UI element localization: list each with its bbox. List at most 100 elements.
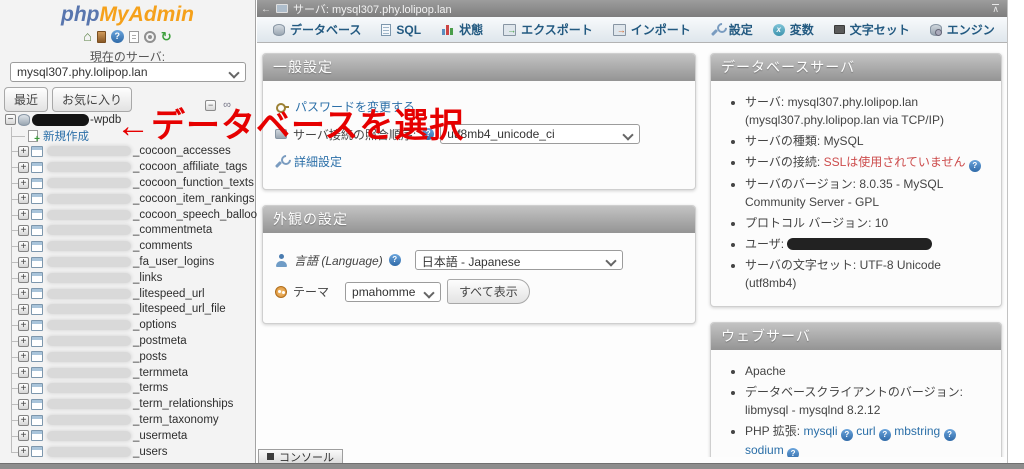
expand-icon[interactable] xyxy=(18,430,29,442)
expand-icon[interactable] xyxy=(18,335,29,347)
expand-icon[interactable] xyxy=(18,414,29,426)
expand-icon[interactable] xyxy=(18,177,29,189)
tab-charsets[interactable]: 文字セット xyxy=(824,17,920,42)
refresh-icon[interactable] xyxy=(161,30,172,43)
expand-icon[interactable] xyxy=(18,272,29,284)
php-extension-link[interactable]: mysqli xyxy=(803,424,837,438)
language-select[interactable]: 日本語 - Japanese xyxy=(414,250,623,270)
expand-icon[interactable] xyxy=(18,193,29,205)
home-icon[interactable] xyxy=(83,30,91,43)
expand-icon[interactable] xyxy=(18,145,29,157)
tree-table-row[interactable]: _cocoon_function_texts xyxy=(0,175,254,191)
tree-table-row[interactable]: _litespeed_url xyxy=(0,286,253,302)
tab-settings[interactable]: 設定 xyxy=(701,17,763,42)
theme-label: テーマ xyxy=(293,285,330,299)
tree-table-row[interactable]: _term_taxonomy xyxy=(0,412,253,428)
php-extension-link[interactable]: sodium xyxy=(745,443,784,457)
docs-help-icon[interactable] xyxy=(110,30,124,43)
expand-icon[interactable] xyxy=(18,303,29,315)
web-server-extensions: PHP 拡張: mysqli curl mbstring sodium xyxy=(745,422,989,457)
collation-select[interactable]: utf8mb4_unicode_ci xyxy=(440,124,641,144)
tree-table-row[interactable]: _cocoon_item_rankings xyxy=(0,191,254,207)
tree-table-row[interactable]: _litespeed_url_file xyxy=(0,302,253,318)
show-all-themes-button[interactable]: すべて表示 xyxy=(447,279,530,304)
db-server-version: サーバのバージョン: 8.0.35 - MySQL Community Serv… xyxy=(745,175,989,211)
php-extension-link[interactable]: mbstring xyxy=(894,424,940,438)
collapse-menu-icon[interactable] xyxy=(992,3,999,14)
help-icon[interactable] xyxy=(968,160,981,172)
tree-table-row[interactable]: _termmeta xyxy=(0,365,253,381)
tab-engines[interactable]: エンジン xyxy=(920,17,1005,42)
php-extension-link[interactable]: curl xyxy=(856,424,875,438)
theme-select[interactable]: pmahomme xyxy=(345,281,442,302)
expand-icon[interactable] xyxy=(18,367,29,379)
tree-table-row[interactable]: _term_relationships xyxy=(0,396,253,412)
settings-gear-icon[interactable] xyxy=(143,30,156,43)
tree-table-row[interactable]: _posts xyxy=(0,349,253,365)
tree-table-row[interactable]: _usermeta xyxy=(0,428,253,444)
logout-icon[interactable] xyxy=(96,30,106,43)
expand-icon[interactable] xyxy=(18,209,29,221)
more-settings-link[interactable]: 詳細設定 xyxy=(294,153,342,170)
db-server-host: サーバ: mysql307.phy.lolipop.lan (mysql307.… xyxy=(745,93,989,129)
phpmyadmin-logo[interactable]: phpMyAdmin xyxy=(0,3,255,27)
item-label: データベースクライアントのバージョン: xyxy=(745,385,964,399)
recent-button[interactable]: 最近 xyxy=(4,87,49,112)
server-select[interactable]: mysql307.phy.lolipop.lan xyxy=(10,62,246,82)
tree-table-row[interactable]: _terms xyxy=(0,381,253,397)
tree-table-row[interactable]: _options xyxy=(0,317,253,333)
help-icon[interactable] xyxy=(388,254,401,266)
info-column: データベースサーバ サーバ: mysql307.phy.lolipop.lan … xyxy=(710,53,1002,457)
tree-table-row[interactable]: _users xyxy=(0,444,253,460)
help-icon[interactable] xyxy=(840,429,853,441)
tree-table-row[interactable]: _links xyxy=(0,270,253,286)
tree-table-row[interactable]: _commentmeta xyxy=(0,223,253,239)
tab-plugins[interactable]: プラグイン xyxy=(1005,17,1007,42)
item-label: サーバの種類: xyxy=(745,134,821,148)
expand-icon[interactable] xyxy=(18,240,29,252)
expand-icon[interactable] xyxy=(18,446,29,458)
expand-icon[interactable] xyxy=(18,382,29,394)
redacted-table-prefix xyxy=(47,446,131,457)
tree-table-row[interactable]: _cocoon_affiliate_tags xyxy=(0,159,253,175)
collapse-icon[interactable] xyxy=(5,114,16,126)
help-icon[interactable] xyxy=(422,128,435,140)
expand-icon[interactable] xyxy=(18,319,29,331)
tab-import[interactable]: インポート xyxy=(603,17,701,42)
tree-table-row[interactable]: _cocoon_accesses xyxy=(0,144,253,160)
expand-icon[interactable] xyxy=(18,161,29,173)
table-icon xyxy=(31,414,43,426)
expand-icon[interactable] xyxy=(18,256,29,268)
tab-status[interactable]: 状態 xyxy=(431,17,493,42)
db-server-user: ユーザ: xyxy=(745,235,989,253)
navigation-tree: -wpdb 新規作成 _cocoon_accesses _cocoon_affi… xyxy=(0,112,269,460)
expand-icon[interactable] xyxy=(18,224,29,236)
tree-table-row[interactable]: _postmeta xyxy=(0,333,253,349)
tree-table-row[interactable]: _cocoon_speech_balloons xyxy=(0,207,269,223)
link-panel-icon[interactable] xyxy=(223,100,231,111)
tree-table-row[interactable]: _comments xyxy=(0,238,253,254)
change-password-link[interactable]: パスワードを変更する xyxy=(295,98,415,115)
tree-database-row[interactable]: -wpdb xyxy=(0,112,253,128)
favorites-button[interactable]: お気に入り xyxy=(52,87,133,112)
tree-table-row[interactable]: _fa_user_logins xyxy=(0,254,253,270)
help-icon[interactable] xyxy=(878,429,891,441)
redacted-table-prefix xyxy=(47,241,131,252)
tab-export[interactable]: エクスポート xyxy=(493,17,603,42)
help-icon[interactable] xyxy=(943,429,956,441)
expand-icon[interactable] xyxy=(18,351,29,363)
tab-variables[interactable]: 変数 xyxy=(763,17,824,42)
collapse-all-icon[interactable] xyxy=(205,100,217,111)
tree-new-table-row[interactable]: 新規作成 xyxy=(0,128,253,145)
documentation-icon[interactable] xyxy=(128,30,139,43)
help-icon[interactable] xyxy=(787,448,800,457)
console-toggle[interactable]: コンソール xyxy=(258,449,343,463)
expand-icon[interactable] xyxy=(18,398,29,410)
table-name-suffix: _users xyxy=(133,445,168,458)
hide-sidebar-arrow-icon[interactable] xyxy=(261,3,271,15)
expand-icon[interactable] xyxy=(18,288,29,300)
tab-databases[interactable]: データベース xyxy=(263,17,371,42)
new-table-label[interactable]: 新規作成 xyxy=(43,128,89,144)
tab-sql[interactable]: SQL xyxy=(371,19,431,41)
settings-column: 一般設定 パスワードを変更する サーバ接続の照合順序: utf8mb4_unic… xyxy=(262,53,696,457)
